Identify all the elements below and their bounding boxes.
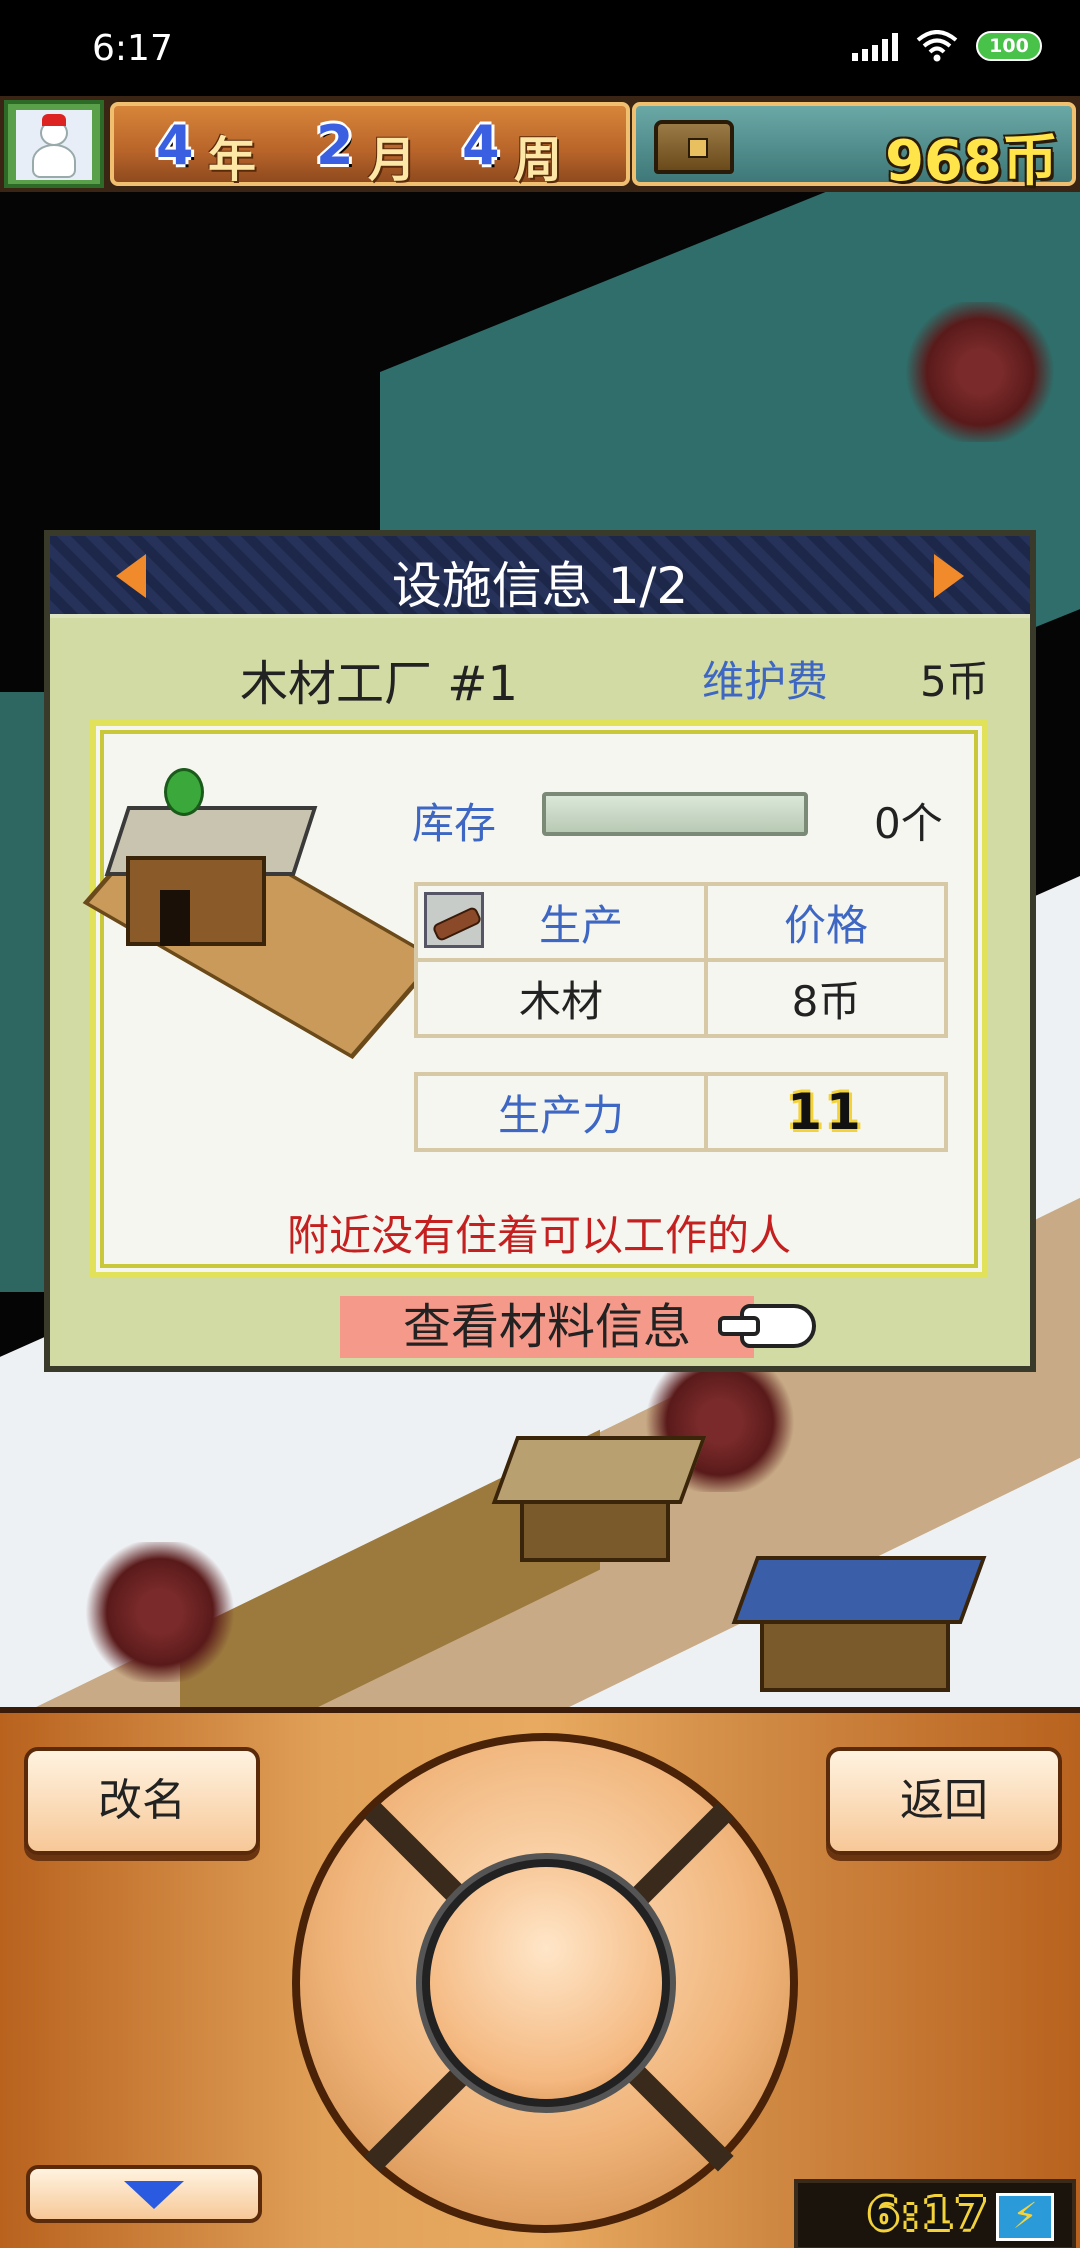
productivity-table: 生产力 11 (414, 1072, 948, 1152)
dpad[interactable] (292, 1733, 798, 2233)
product-name: 木材 (414, 958, 708, 1038)
price-header: 价格 (704, 882, 948, 962)
rename-button[interactable]: 改名 (24, 1747, 260, 1855)
table-row: 生产力 11 (414, 1072, 948, 1152)
money-display: 968币 (632, 102, 1076, 194)
productivity-cell: 11 (704, 1072, 948, 1152)
down-arrow-button[interactable] (26, 2165, 262, 2223)
week-label: 周 (514, 132, 563, 188)
battery-icon: 100 (976, 31, 1042, 61)
productivity-value: 11 (787, 1083, 865, 1141)
productivity-label: 生产力 (414, 1072, 708, 1152)
game-controller: 改名 返回 6:17 ⚡ (0, 1707, 1080, 2248)
clock-time: 6:17 (868, 2189, 990, 2240)
lightning-bolt-icon: ⚡ (996, 2193, 1054, 2241)
panel-title: 设施信息 1/2 (391, 557, 689, 615)
wood-log-icon (424, 892, 484, 948)
year-number: 4 (156, 114, 194, 177)
game-clock: 6:17 ⚡ (794, 2179, 1076, 2248)
bare-tree (80, 1542, 240, 1682)
pointing-hand-icon (718, 1304, 816, 1348)
table-row: 生产 价格 (414, 882, 948, 962)
player-avatar[interactable] (4, 100, 104, 188)
status-time: 6:17 (92, 28, 173, 69)
next-arrow-icon[interactable] (934, 554, 964, 598)
date-display: 4 年 2 月 4 周 (110, 102, 630, 188)
no-workers-warning: 附近没有住着可以工作的人 (286, 1211, 791, 1260)
money-amount: 968币 (885, 129, 1058, 194)
month-number: 2 (316, 114, 354, 177)
signal-icon (852, 31, 898, 61)
facility-details: 库存 0个 生产 价格 木材 8币 生产力 11 附近没有住着可以工作的人 (82, 720, 988, 1278)
production-header-label: 生产 (538, 900, 623, 950)
production-header: 生产 (414, 882, 708, 962)
lumber-mill-icon (82, 766, 440, 1059)
stock-value: 0个 (874, 799, 943, 848)
bare-tree (900, 302, 1060, 442)
dpad-center-button[interactable] (430, 1867, 662, 2099)
month-label: 月 (368, 132, 417, 188)
treasure-chest-icon (654, 120, 734, 174)
table-row: 木材 8币 (414, 958, 948, 1038)
stock-label: 库存 (412, 799, 497, 848)
upkeep-label: 维护费 (702, 657, 829, 706)
back-button[interactable]: 返回 (826, 1747, 1062, 1855)
status-bar: 6:17 100 (0, 0, 1080, 96)
upkeep-value: 5币 (920, 657, 989, 706)
product-price: 8币 (704, 958, 948, 1038)
wifi-icon (916, 30, 958, 62)
week-number: 4 (462, 114, 500, 177)
blue-roof-shop[interactable] (760, 1602, 950, 1692)
status-icons: 100 (852, 30, 1042, 62)
panel-header: 设施信息 1/2 (50, 536, 1030, 618)
game-top-bar: 4 年 2 月 4 周 968币 (0, 96, 1080, 194)
production-table: 生产 价格 木材 8币 (414, 882, 948, 1038)
stock-bar (542, 792, 808, 836)
facility-name: 木材工厂 #1 (240, 656, 519, 712)
view-materials-button[interactable]: 查看材料信息 (340, 1296, 754, 1358)
snowman-icon (16, 110, 92, 180)
thatched-house[interactable] (520, 1482, 670, 1562)
year-label: 年 (208, 132, 257, 188)
facility-info-panel: 设施信息 1/2 木材工厂 #1 维护费 5币 库存 0个 生产 价格 木材 8… (44, 530, 1036, 1372)
